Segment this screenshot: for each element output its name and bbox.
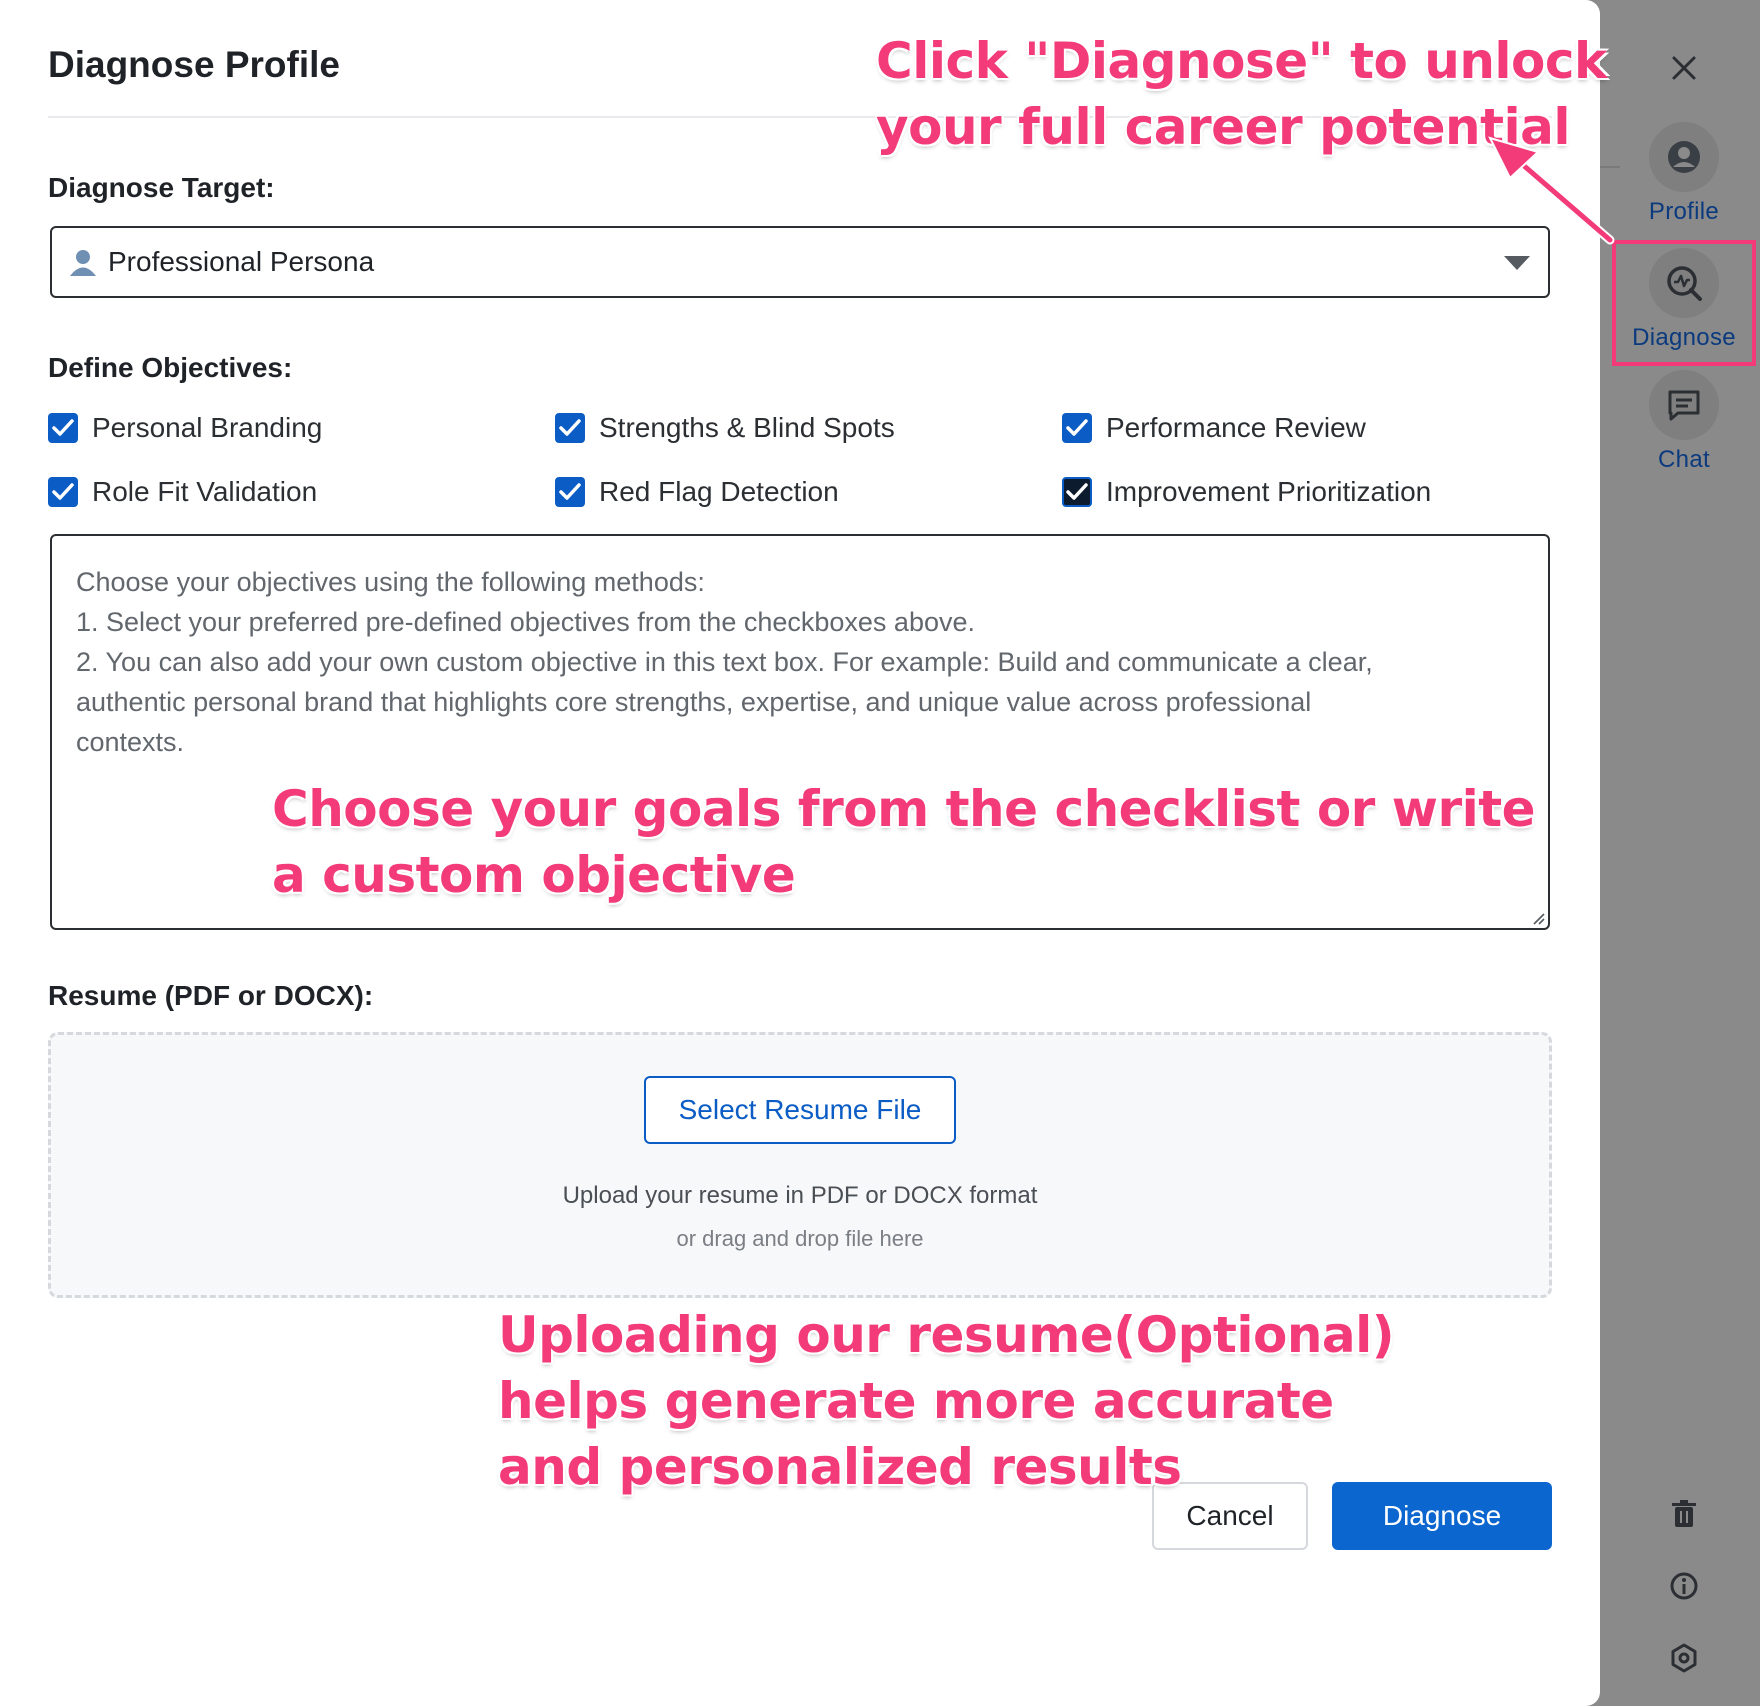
textarea-placeholder-line: Choose your objectives using the followi… — [76, 567, 705, 597]
diagnose-target-select[interactable]: Professional Persona — [50, 226, 1550, 298]
objective-checkbox-strengths[interactable]: Strengths & Blind Spots — [555, 412, 895, 444]
resume-drop-zone[interactable] — [48, 1032, 1552, 1298]
define-objectives-label: Define Objectives: — [48, 352, 293, 383]
select-value: Professional Persona — [108, 246, 375, 277]
settings-icon[interactable] — [1660, 1634, 1708, 1682]
sidebar-item-diagnose[interactable]: Diagnose — [1620, 248, 1748, 352]
upload-subhint: or drag and drop file here — [676, 1226, 924, 1251]
sidebar-item-chat[interactable]: Chat — [1620, 370, 1748, 474]
textarea-placeholder-line: authentic personal brand that highlights… — [76, 687, 1312, 717]
checkbox-checked-icon — [555, 477, 585, 507]
diagnose-button[interactable]: Diagnose — [1332, 1482, 1552, 1550]
modal-divider — [48, 116, 1552, 118]
info-icon[interactable] — [1660, 1562, 1708, 1610]
diagnose-search-icon — [1649, 248, 1719, 318]
modal-title: Diagnose Profile — [48, 44, 340, 85]
trash-icon[interactable] — [1660, 1490, 1708, 1538]
chevron-down-icon — [1504, 256, 1530, 270]
sidebar-item-label: Profile — [1648, 198, 1720, 225]
objective-checkbox-improvement[interactable]: Improvement Prioritization — [1062, 476, 1431, 508]
checkbox-label: Personal Branding — [92, 412, 323, 443]
objective-checkbox-personal-branding[interactable]: Personal Branding — [48, 412, 322, 444]
checkbox-label: Performance Review — [1106, 412, 1366, 443]
objective-checkbox-role-fit[interactable]: Role Fit Validation — [48, 476, 317, 508]
person-icon — [70, 250, 96, 276]
close-icon[interactable] — [1660, 44, 1708, 92]
checkbox-checked-icon — [1062, 477, 1092, 507]
select-resume-file-button[interactable]: Select Resume File — [644, 1076, 956, 1144]
checkbox-label: Strengths & Blind Spots — [599, 412, 895, 443]
checkbox-checked-icon — [48, 413, 78, 443]
cancel-button[interactable]: Cancel — [1152, 1482, 1308, 1550]
side-divider — [1600, 166, 1620, 168]
textarea-placeholder-line: 1. Select your preferred pre-defined obj… — [76, 607, 975, 637]
sidebar-item-label: Chat — [1658, 446, 1710, 473]
textarea-placeholder-line: 2. You can also add your own custom obje… — [76, 647, 1373, 677]
resume-label: Resume (PDF or DOCX): — [48, 980, 374, 1011]
objective-checkbox-performance-review[interactable]: Performance Review — [1062, 412, 1366, 444]
custom-objective-textarea[interactable]: Choose your objectives using the followi… — [50, 534, 1550, 930]
checkbox-label: Red Flag Detection — [599, 476, 839, 507]
checkbox-checked-icon — [555, 413, 585, 443]
sidebar-item-label: Diagnose — [1632, 324, 1736, 351]
diagnose-target-label: Diagnose Target: — [48, 172, 275, 203]
upload-hint: Upload your resume in PDF or DOCX format — [562, 1182, 1038, 1209]
checkbox-label: Improvement Prioritization — [1106, 476, 1432, 507]
sidebar-item-profile[interactable]: Profile — [1620, 122, 1748, 226]
checkbox-checked-icon — [48, 477, 78, 507]
textarea-placeholder-line: contexts. — [76, 727, 185, 757]
checkbox-label: Role Fit Validation — [92, 476, 318, 507]
user-circle-icon — [1649, 122, 1719, 192]
checkbox-checked-icon — [1062, 413, 1092, 443]
objective-checkbox-red-flag[interactable]: Red Flag Detection — [555, 476, 839, 508]
chat-icon — [1649, 370, 1719, 440]
resize-grip-icon[interactable] — [1530, 910, 1546, 926]
